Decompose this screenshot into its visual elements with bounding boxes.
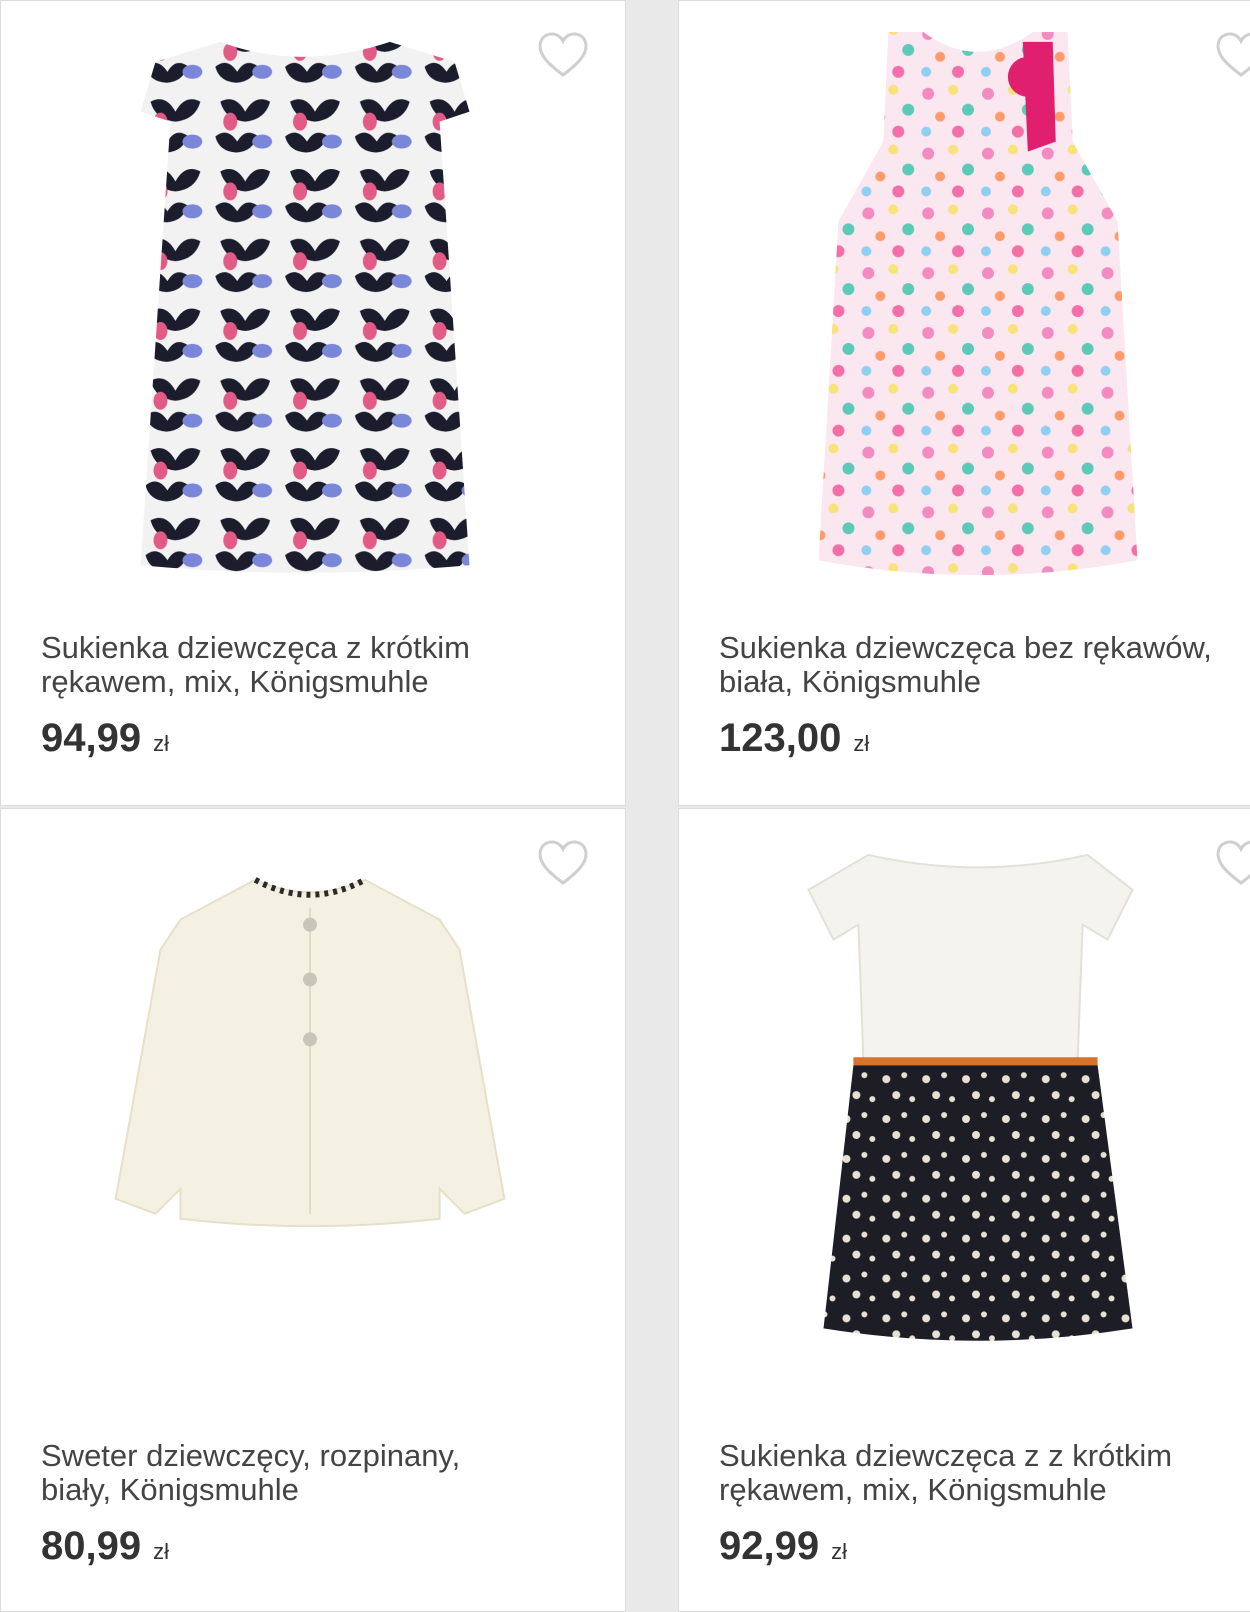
- product-card[interactable]: Sweter dziewczęcy, rozpinany, biały, Kön…: [0, 808, 626, 1612]
- product-title[interactable]: Sukienka dziewczęca bez rękawów, biała, …: [719, 631, 1250, 699]
- product-title-line: Sweter dziewczęcy, rozpinany,: [41, 1438, 461, 1473]
- product-title[interactable]: Sukienka dziewczęca z z krótkim rękawem,…: [719, 1439, 1250, 1507]
- product-image[interactable]: [679, 21, 1250, 621]
- product-price: 123,00 zł: [719, 715, 869, 767]
- price-currency: zł: [831, 1539, 847, 1564]
- product-price: 94,99 zł: [41, 715, 169, 767]
- price-value: 92,99: [719, 1524, 820, 1568]
- price-currency: zł: [153, 1539, 169, 1564]
- product-card[interactable]: Sukienka dziewczęca z krótkim rękawem, m…: [0, 0, 626, 806]
- product-title-line: Sukienka dziewczęca z z krótkim: [719, 1438, 1173, 1473]
- product-title-line: Sukienka dziewczęca bez rękawów,: [719, 630, 1212, 665]
- product-title-line: rękawem, mix, Königsmuhle: [41, 664, 429, 699]
- price-value: 94,99: [41, 716, 142, 760]
- product-grid: Sukienka dziewczęca z krótkim rękawem, m…: [0, 0, 1250, 1612]
- product-title-line: rękawem, mix, Königsmuhle: [719, 1472, 1107, 1507]
- product-card[interactable]: Sukienka dziewczęca z z krótkim rękawem,…: [678, 808, 1250, 1612]
- price-currency: zł: [153, 731, 169, 756]
- product-title-line: biała, Königsmuhle: [719, 664, 981, 699]
- product-title-line: biały, Königsmuhle: [41, 1472, 299, 1507]
- product-image[interactable]: [1, 829, 625, 1429]
- product-card[interactable]: Sukienka dziewczęca bez rękawów, biała, …: [678, 0, 1250, 806]
- price-value: 123,00: [719, 716, 842, 760]
- product-image[interactable]: [679, 829, 1250, 1429]
- product-title[interactable]: Sweter dziewczęcy, rozpinany, biały, Kön…: [41, 1439, 601, 1507]
- product-title-line: Sukienka dziewczęca z krótkim: [41, 630, 470, 665]
- product-price: 80,99 zł: [41, 1523, 169, 1575]
- price-value: 80,99: [41, 1524, 142, 1568]
- price-currency: zł: [853, 731, 870, 756]
- product-image[interactable]: [1, 21, 625, 621]
- product-price: 92,99 zł: [719, 1523, 847, 1575]
- product-title[interactable]: Sukienka dziewczęca z krótkim rękawem, m…: [41, 631, 601, 699]
